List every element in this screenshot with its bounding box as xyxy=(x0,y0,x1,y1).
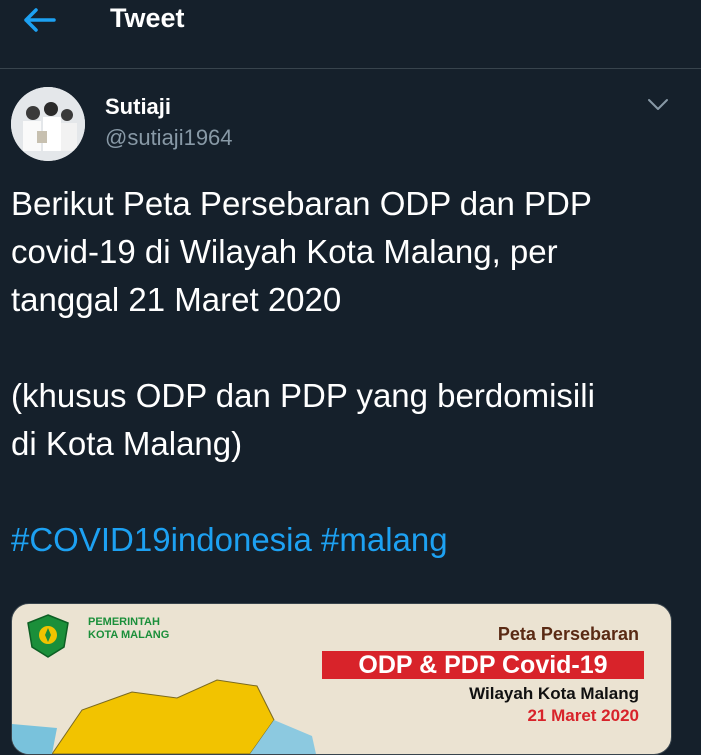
avatar[interactable] xyxy=(11,87,85,161)
tweet-line: covid-19 di Wilayah Kota Malang, per xyxy=(11,233,558,270)
tweet-line: di Kota Malang) xyxy=(11,425,243,462)
map-title: Peta Persebaran xyxy=(497,624,639,644)
tweet-line: Berikut Peta Persebaran ODP dan PDP xyxy=(11,185,592,222)
hashtag-link[interactable]: #COVID19indonesia xyxy=(11,521,312,558)
map-subtitle: Wilayah Kota Malang xyxy=(469,684,639,703)
tweet-image[interactable]: PEMERINTAH KOTA MALANG Peta Persebaran O… xyxy=(11,603,672,755)
hashtag-link[interactable]: #malang xyxy=(321,521,448,558)
tweet-line: (khusus ODP dan PDP yang berdomisili xyxy=(11,377,595,414)
map-date: 21 Maret 2020 xyxy=(527,706,639,725)
gov-line: KOTA MALANG xyxy=(88,629,170,641)
tweet-text: Berikut Peta Persebaran ODP dan PDP covi… xyxy=(11,180,691,564)
avatar-photo xyxy=(11,87,85,161)
author-handle[interactable]: @sutiaji1964 xyxy=(105,125,233,151)
hashtag-line: #COVID19indonesia #malang xyxy=(11,516,691,564)
author-name[interactable]: Sutiaji xyxy=(105,94,171,120)
page-title: Tweet xyxy=(110,3,185,33)
gov-line: PEMERINTAH xyxy=(88,616,160,628)
map-banner: ODP & PDP Covid-19 xyxy=(322,651,644,679)
city-emblem-icon xyxy=(27,614,69,658)
back-arrow-icon[interactable] xyxy=(20,6,60,34)
gov-label: PEMERINTAH KOTA MALANG xyxy=(88,616,169,642)
chevron-down-icon[interactable] xyxy=(647,98,669,112)
top-bar: Tweet xyxy=(0,0,701,69)
tweet-line: tanggal 21 Maret 2020 xyxy=(11,281,342,318)
